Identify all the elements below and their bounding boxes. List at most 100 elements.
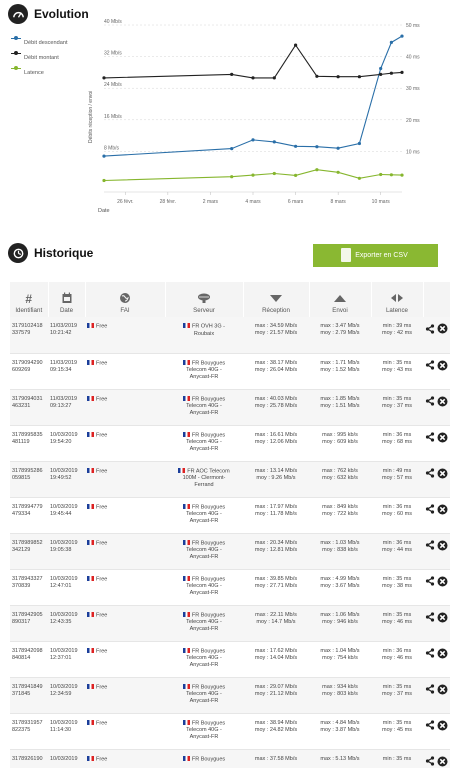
server-text: Telecom 40G - [186,583,222,590]
history-icon [8,243,28,263]
reception-max: max : 20.34 Mb/s [254,539,298,546]
data-point [357,176,361,180]
share-icon[interactable] [425,720,435,730]
delete-icon[interactable] [437,323,448,334]
delete-icon[interactable] [437,684,448,695]
share-icon[interactable] [425,323,435,334]
column-header-latence[interactable]: Latence [371,282,424,317]
delete-icon[interactable] [437,720,448,731]
date-value: 10/03/2019 [50,755,78,762]
export-csv-button[interactable]: Exporter en CSV [313,244,438,267]
latence-moy: moy : 42 ms [382,330,412,337]
share-icon[interactable] [425,468,435,478]
date-value: 11/03/2019 [50,395,78,402]
server-line: Telecom 40G - [167,547,241,554]
fai-name: Free [96,504,108,510]
cell-envoi: max : 3.47 Mb/s moy : 2.79 Mb/s [309,317,371,354]
table-row[interactable]: 3179094290 609269 11/03/2019 09:15:34 Free FR… [10,353,450,390]
table-row[interactable]: 3178995835 481119 10/03/2019 19:54:20 Free FR… [10,425,450,462]
share-icon[interactable] [425,432,435,442]
date-value: 10/03/2019 [50,467,78,474]
share-icon[interactable] [425,684,435,694]
column-header-envoi[interactable]: Envoi [309,282,372,317]
cell-envoi: max : 995 kb/s moy : 609 kb/s [309,425,371,462]
server-line: FR Bouygues [167,755,241,764]
delete-icon[interactable] [437,576,448,587]
table-row[interactable]: 3178943327 370839 10/03/2019 12:47:01 Free FR… [10,569,450,606]
row-actions [425,612,448,623]
cell-serveur: FR Bouygues Telecom 40G - Anycast-FR [165,641,243,678]
cell-date: 10/03/2019 19:05:38 [48,533,85,570]
table-row[interactable]: 3178995286 059815 10/03/2019 19:49:52 Free FR… [10,461,450,498]
server-line: Telecom 40G - [167,655,241,662]
delete-icon[interactable] [437,648,448,659]
delete-icon[interactable] [437,360,448,371]
data-point [379,172,383,177]
server-line: FR Bouygues [167,431,241,440]
server-line: Anycast-FR [167,410,241,417]
server-line: Telecom 40G - [167,727,241,734]
identifiant-part2: 609269 [12,366,31,373]
delete-icon[interactable] [437,540,448,551]
reception-moy: moy : 21.57 Mb/s [254,330,298,337]
time-value: 11:14:30 [50,726,72,733]
data-point [272,76,276,80]
delete-icon[interactable] [437,756,448,767]
table-row[interactable]: 3179094031 463231 11/03/2019 09:13:27 Free FR… [10,389,450,426]
cell-date: 10/03/2019 19:45:44 [48,497,85,534]
csv-file-icon [341,248,351,262]
share-icon[interactable] [425,576,435,586]
cell-envoi: max : 762 kb/s moy : 632 kb/s [309,461,371,498]
reception-moy: moy : 21.12 Mb/s [254,690,298,697]
delete-icon[interactable] [437,504,448,515]
delete-icon[interactable] [437,432,448,443]
y-right-tick-label: 40 ms [406,55,420,61]
share-icon[interactable] [425,360,435,370]
cell-envoi: max : 5.13 Mb/s [309,749,371,768]
table-row[interactable]: 3178941849 371845 10/03/2019 12:34:59 Free FR… [10,677,450,714]
data-point [251,76,255,80]
cell-fai: Free [85,425,165,462]
column-header-date[interactable]: Date [48,282,86,317]
france-flag-icon [182,575,190,581]
table-row[interactable]: 3178931957 822375 10/03/2019 11:14:30 Free FR… [10,713,450,750]
date-value: 10/03/2019 [50,647,78,654]
share-icon[interactable] [425,396,435,406]
reception-max: max : 17.62 Mb/s [254,647,298,654]
legend-swatch-dot [14,66,18,70]
identifiant-part2: 840814 [12,654,31,661]
table-row[interactable]: 3179102418 337579 11/03/2019 10:21:42 Free FR… [10,317,450,354]
table-row[interactable]: 3178989852 342129 10/03/2019 19:05:38 Free FR… [10,533,450,570]
date-value: 10/03/2019 [50,683,78,690]
table-row[interactable]: 3178942905 890317 10/03/2019 12:43:35 Free FR… [10,605,450,642]
share-icon[interactable] [425,612,435,622]
delete-icon[interactable] [437,396,448,407]
delete-icon[interactable] [437,468,448,479]
cell-identifiant: 3178942905 890317 [10,605,48,642]
cell-reception: max : 20.34 Mb/s moy : 12.81 Mb/s [243,533,309,570]
column-header-fai[interactable]: FAI [85,282,166,317]
cell-serveur: FR Bouygues [165,749,243,768]
column-header-reception[interactable]: Réception [243,282,310,317]
server-text: FR Bouygues [191,612,226,618]
table-row[interactable]: 3178926190 10/03/2019 Free FR Bouygues max :… [10,749,450,768]
table-row[interactable]: 3178942098 840814 10/03/2019 12:37:01 Free FR… [10,641,450,678]
share-icon[interactable] [425,648,435,658]
server-text: Telecom 40G - [186,691,222,698]
share-icon[interactable] [425,756,435,766]
table-row[interactable]: 3178994779 479334 10/03/2019 19:45:44 Free FR… [10,497,450,534]
server-line: Anycast-FR [167,554,241,561]
cell-date: 10/03/2019 [48,749,85,768]
cell-identifiant: 3178942098 840814 [10,641,48,678]
server-text: FR Bouygues [191,684,226,690]
server-text: FR Bouygues [191,504,226,510]
cell-envoi: max : 1.04 Mb/s moy : 754 kb/s [309,641,371,678]
column-header-serveur[interactable]: Serveur [165,282,244,317]
delete-icon[interactable] [437,612,448,623]
share-icon[interactable] [425,504,435,514]
identifiant-part1: 3178994779 [12,503,43,510]
column-header-identifiant[interactable]: # Identifiant [10,282,49,317]
identifiant-part2: 822375 [12,726,31,733]
legend-label: Débit montant [24,55,59,61]
share-icon[interactable] [425,540,435,550]
